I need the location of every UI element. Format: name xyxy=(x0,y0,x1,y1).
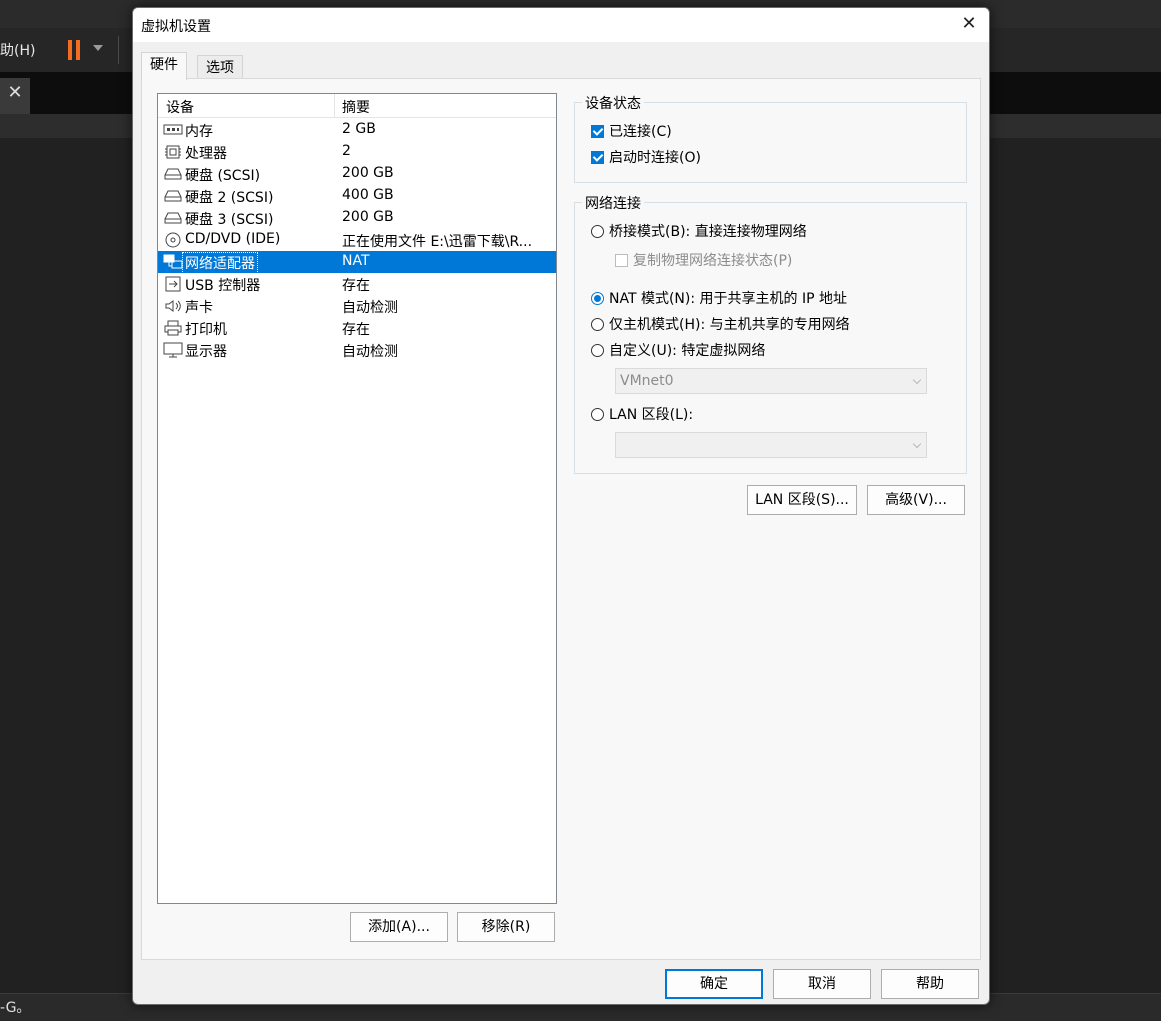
device-name: CD/DVD (IDE) xyxy=(185,231,281,247)
device-name: 内存 xyxy=(185,124,213,140)
device-name: 声卡 xyxy=(185,300,213,316)
advanced-button[interactable]: 高级(V)... xyxy=(867,485,965,515)
hard-disk-icon xyxy=(164,190,182,202)
device-summary: 200 GB xyxy=(342,165,394,181)
bridged-radio[interactable]: 桥接模式(B): 直接连接物理网络 xyxy=(591,221,807,241)
close-tab-icon[interactable]: ✕ xyxy=(6,84,24,102)
background-menu-help[interactable]: 助(H) xyxy=(0,40,35,60)
radio-icon[interactable] xyxy=(591,224,604,238)
checkbox-checked-icon[interactable] xyxy=(591,124,604,138)
lan-segment-select[interactable] xyxy=(615,432,927,458)
dropdown-caret-icon[interactable] xyxy=(93,45,103,51)
device-row-usb[interactable]: USB 控制器 存在 xyxy=(158,273,556,295)
background-tab[interactable]: ✕ xyxy=(0,78,30,114)
memory-icon xyxy=(163,124,183,135)
radio-selected-icon[interactable] xyxy=(591,291,604,305)
checkbox-checked-icon[interactable] xyxy=(591,150,604,164)
replicate-state-checkbox[interactable]: 复制物理网络连接状态(P) xyxy=(615,250,792,270)
toolbar-separator xyxy=(118,36,119,64)
custom-radio[interactable]: 自定义(U): 特定虚拟网络 xyxy=(591,340,765,360)
device-summary: 自动检测 xyxy=(342,344,398,360)
add-button[interactable]: 添加(A)... xyxy=(350,912,448,942)
device-name: 网络适配器 xyxy=(182,252,258,274)
device-row-sound[interactable]: 声卡 自动检测 xyxy=(158,295,556,317)
tab-hardware[interactable]: 硬件 xyxy=(141,52,187,80)
lan-segment-label: LAN 区段(L): xyxy=(609,407,694,423)
device-name: 处理器 xyxy=(185,146,227,162)
radio-icon[interactable] xyxy=(591,317,604,331)
device-summary: 存在 xyxy=(342,278,370,294)
device-row-printer[interactable]: 打印机 存在 xyxy=(158,317,556,339)
connect-at-power-on-label: 启动时连接(O) xyxy=(609,150,701,166)
status-text: -G。 xyxy=(0,1000,31,1016)
network-adapter-icon xyxy=(163,254,183,269)
hard-disk-icon xyxy=(164,168,182,180)
bridged-label: 桥接模式(B): 直接连接物理网络 xyxy=(609,224,807,240)
radio-icon[interactable] xyxy=(591,407,604,421)
device-row-display[interactable]: 显示器 自动检测 xyxy=(158,339,556,361)
close-icon[interactable]: ✕ xyxy=(949,8,989,42)
help-button[interactable]: 帮助 xyxy=(881,969,979,999)
device-summary: 2 xyxy=(342,143,351,159)
device-row-processor[interactable]: 处理器 2 xyxy=(158,141,556,163)
connected-checkbox[interactable]: 已连接(C) xyxy=(591,121,672,141)
host-only-label: 仅主机模式(H): 与主机共享的专用网络 xyxy=(609,317,850,333)
custom-network-select[interactable]: VMnet0 xyxy=(615,368,927,394)
monitor-icon xyxy=(163,342,183,358)
usb-icon xyxy=(165,276,181,292)
device-name: USB 控制器 xyxy=(185,278,261,294)
device-list[interactable]: 设备 摘要 内存 2 GB 处理器 2 硬盘 (SCSI) 200 GB 硬盘 … xyxy=(157,93,557,904)
dialog-title: 虚拟机设置 xyxy=(141,19,211,35)
device-summary: 200 GB xyxy=(342,209,394,225)
device-row-cd-dvd[interactable]: CD/DVD (IDE) 正在使用文件 E:\迅雷下载\R... xyxy=(158,229,556,251)
chevron-down-icon xyxy=(912,375,922,385)
host-only-radio[interactable]: 仅主机模式(H): 与主机共享的专用网络 xyxy=(591,314,850,334)
device-list-header: 设备 摘要 xyxy=(158,94,556,118)
device-summary: 400 GB xyxy=(342,187,394,203)
device-name: 硬盘 (SCSI) xyxy=(185,168,261,184)
cancel-button[interactable]: 取消 xyxy=(773,969,871,999)
device-row-memory[interactable]: 内存 2 GB xyxy=(158,119,556,141)
lan-segments-button[interactable]: LAN 区段(S)... xyxy=(747,485,857,515)
device-name: 打印机 xyxy=(185,322,227,338)
device-summary: 正在使用文件 E:\迅雷下载\R... xyxy=(342,234,533,250)
custom-network-value: VMnet0 xyxy=(620,373,674,389)
printer-icon xyxy=(164,320,182,336)
network-connection-title: 网络连接 xyxy=(582,193,644,213)
column-summary[interactable]: 摘要 xyxy=(342,97,370,117)
device-status-group xyxy=(574,102,967,183)
device-summary: 自动检测 xyxy=(342,300,398,316)
device-status-title: 设备状态 xyxy=(582,93,644,113)
nat-label: NAT 模式(N): 用于共享主机的 IP 地址 xyxy=(609,291,847,307)
device-row-hard-disk-3[interactable]: 硬盘 3 (SCSI) 200 GB xyxy=(158,207,556,229)
hard-disk-icon xyxy=(164,212,182,224)
device-row-network-adapter[interactable]: 网络适配器 NAT xyxy=(158,251,556,274)
custom-label: 自定义(U): 特定虚拟网络 xyxy=(609,343,766,359)
dialog-titlebar: 虚拟机设置 ✕ xyxy=(133,8,989,42)
remove-button[interactable]: 移除(R) xyxy=(457,912,555,942)
replicate-state-label: 复制物理网络连接状态(P) xyxy=(633,253,793,269)
device-row-hard-disk[interactable]: 硬盘 (SCSI) 200 GB xyxy=(158,163,556,185)
nat-radio[interactable]: NAT 模式(N): 用于共享主机的 IP 地址 xyxy=(591,288,847,308)
checkbox-icon[interactable] xyxy=(615,253,628,267)
cd-dvd-icon xyxy=(165,232,181,248)
device-summary: 2 GB xyxy=(342,121,376,137)
pause-icon[interactable] xyxy=(68,40,82,60)
ok-button[interactable]: 确定 xyxy=(665,969,763,999)
connected-label: 已连接(C) xyxy=(609,124,672,140)
column-device[interactable]: 设备 xyxy=(166,97,194,117)
vm-settings-dialog: 虚拟机设置 ✕ 硬件 选项 设备 摘要 内存 2 GB 处理器 2 硬盘 (SC… xyxy=(132,7,990,1005)
chevron-down-icon xyxy=(912,439,922,449)
device-name: 显示器 xyxy=(185,344,227,360)
device-summary: NAT xyxy=(342,253,370,269)
device-name: 硬盘 3 (SCSI) xyxy=(185,212,274,228)
cpu-icon xyxy=(165,145,181,159)
device-name: 硬盘 2 (SCSI) xyxy=(185,190,274,206)
lan-segment-radio[interactable]: LAN 区段(L): xyxy=(591,404,693,424)
speaker-icon xyxy=(165,300,181,312)
device-summary: 存在 xyxy=(342,322,370,338)
device-row-hard-disk-2[interactable]: 硬盘 2 (SCSI) 400 GB xyxy=(158,185,556,207)
radio-icon[interactable] xyxy=(591,343,604,357)
connect-at-power-on-checkbox[interactable]: 启动时连接(O) xyxy=(591,147,701,167)
